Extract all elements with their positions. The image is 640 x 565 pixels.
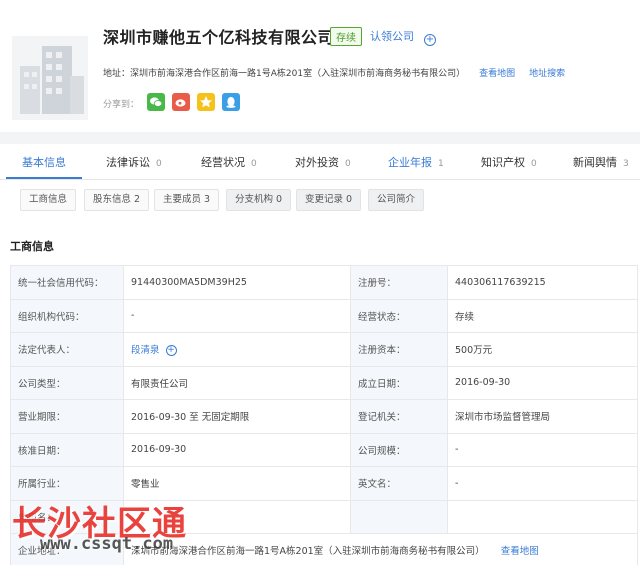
reg-capital-label: 注册资本：: [350, 332, 448, 367]
tab-annual-report[interactable]: 企业年报 1: [388, 154, 444, 170]
claim-company-link[interactable]: 认领公司: [370, 28, 414, 44]
org-code-label: 组织机构代码：: [10, 298, 124, 333]
industry-value: 零售业: [123, 466, 351, 501]
english-name-value: -: [447, 466, 638, 501]
founded-date-label: 成立日期：: [350, 365, 448, 400]
reg-number-value: 440306117639215: [447, 265, 638, 300]
company-address: 地址：深圳市前海深港合作区前海一路1号A栋201室（入驻深圳市前海商务秘书有限公…: [103, 66, 565, 79]
legal-rep-cell: 段清泉 +: [123, 332, 351, 367]
former-name-label: 曾用名：: [10, 499, 124, 534]
section-title: 工商信息: [10, 240, 54, 253]
main-tabs: 基本信息 法律诉讼 0 经营状况 0 对外投资 0 企业年报 1 知识产权 0 新闻舆情 3: [0, 144, 640, 180]
registration-authority-value: 深圳市市场监督管理局: [447, 399, 638, 434]
business-term-value: 2016-09-30 至 无固定期限: [123, 399, 351, 434]
enterprise-address-cell: 深圳市前海深港合作区前海一路1号A栋201室（入驻深圳市前海商务秘书有限公司） 查…: [123, 533, 638, 565]
tab-news[interactable]: 新闻舆情 3: [573, 154, 629, 170]
address-search-link[interactable]: 地址搜索: [529, 69, 565, 79]
founded-date-value: 2016-09-30: [447, 365, 638, 400]
table-row: 统一社会信用代码： 91440300MA5DM39H25 注册号： 440306…: [10, 265, 638, 300]
org-code-value: -: [123, 298, 351, 333]
tab-basic-info[interactable]: 基本信息: [22, 154, 66, 170]
qq-icon[interactable]: [222, 93, 240, 111]
subtab-branches[interactable]: 分支机构 0: [226, 189, 292, 211]
share-label: 分享到：: [103, 100, 140, 110]
table-row: 法定代表人： 段清泉 + 注册资本： 500万元: [10, 332, 638, 367]
approval-date-label: 核准日期：: [10, 432, 124, 467]
industry-label: 所属行业：: [10, 466, 124, 501]
subtab-members[interactable]: 主要成员 3: [154, 189, 220, 211]
table-row: 营业期限： 2016-09-30 至 无固定期限 登记机关： 深圳市市场监督管理…: [10, 399, 638, 434]
empty-value: [447, 499, 638, 534]
tab-legal[interactable]: 法律诉讼 0: [106, 154, 162, 170]
enterprise-address-label: 企业地址：: [10, 533, 124, 565]
qzone-icon[interactable]: [197, 93, 215, 111]
company-header: 深圳市赚他五个亿科技有限公司 存续 认领公司 + 地址：深圳市前海深港合作区前海…: [0, 0, 640, 132]
reg-number-label: 注册号：: [350, 265, 448, 300]
subtab-changes[interactable]: 变更记录 0: [296, 189, 362, 211]
company-type-value: 有限责任公司: [123, 365, 351, 400]
address-text: 深圳市前海深港合作区前海一路1号A栋201室（入驻深圳市前海商务秘书有限公司）: [130, 69, 466, 79]
former-name-value: [123, 499, 351, 534]
view-map-link[interactable]: 查看地图: [479, 69, 515, 79]
subtab-business-info[interactable]: 工商信息: [20, 189, 77, 211]
operating-status-label: 经营状态：: [350, 298, 448, 333]
company-size-label: 公司规模：: [350, 432, 448, 467]
active-tab-indicator: [6, 177, 82, 179]
weibo-icon[interactable]: [172, 93, 190, 111]
table-row: 核准日期： 2016-09-30 公司规模： -: [10, 432, 638, 467]
company-logo-icon: [12, 36, 88, 120]
business-term-label: 营业期限：: [10, 399, 124, 434]
plus-icon[interactable]: +: [165, 345, 177, 357]
empty-label: [350, 499, 448, 534]
operating-status-value: 存续: [447, 298, 638, 333]
table-row: 企业地址： 深圳市前海深港合作区前海一路1号A栋201室（入驻深圳市前海商务秘书…: [10, 533, 638, 565]
tab-operations[interactable]: 经营状况 0: [201, 154, 257, 170]
english-name-label: 英文名：: [350, 466, 448, 501]
section-divider: [0, 132, 640, 144]
address-label: 地址：: [103, 69, 131, 79]
view-map-link[interactable]: 查看地图: [501, 546, 539, 557]
sub-tabs: 工商信息 股东信息 2 主要成员 3 分支机构 0 变更记录 0 公司简介: [0, 186, 640, 216]
credit-code-value: 91440300MA5DM39H25: [123, 265, 351, 300]
plus-icon[interactable]: +: [424, 34, 436, 46]
tab-ip[interactable]: 知识产权 0: [481, 154, 537, 170]
registration-authority-label: 登记机关：: [350, 399, 448, 434]
legal-rep-link[interactable]: 段清泉: [131, 345, 160, 356]
tab-investments[interactable]: 对外投资 0: [295, 154, 351, 170]
company-type-label: 公司类型：: [10, 365, 124, 400]
legal-rep-label: 法定代表人：: [10, 332, 124, 367]
wechat-icon[interactable]: [147, 93, 165, 111]
company-size-value: -: [447, 432, 638, 467]
table-row: 所属行业： 零售业 英文名： -: [10, 466, 638, 501]
table-row: 曾用名：: [10, 499, 638, 534]
status-badge: 存续: [330, 27, 362, 46]
business-info-table: 统一社会信用代码： 91440300MA5DM39H25 注册号： 440306…: [10, 265, 638, 565]
subtab-shareholders[interactable]: 股东信息 2: [84, 189, 150, 211]
table-row: 公司类型： 有限责任公司 成立日期： 2016-09-30: [10, 365, 638, 400]
approval-date-value: 2016-09-30: [123, 432, 351, 467]
subtab-profile[interactable]: 公司简介: [368, 189, 425, 211]
reg-capital-value: 500万元: [447, 332, 638, 367]
enterprise-address-value: 深圳市前海深港合作区前海一路1号A栋201室（入驻深圳市前海商务秘书有限公司）: [131, 546, 485, 558]
credit-code-label: 统一社会信用代码：: [10, 265, 124, 300]
company-name: 深圳市赚他五个亿科技有限公司: [103, 28, 335, 47]
table-row: 组织机构代码： - 经营状态： 存续: [10, 298, 638, 333]
